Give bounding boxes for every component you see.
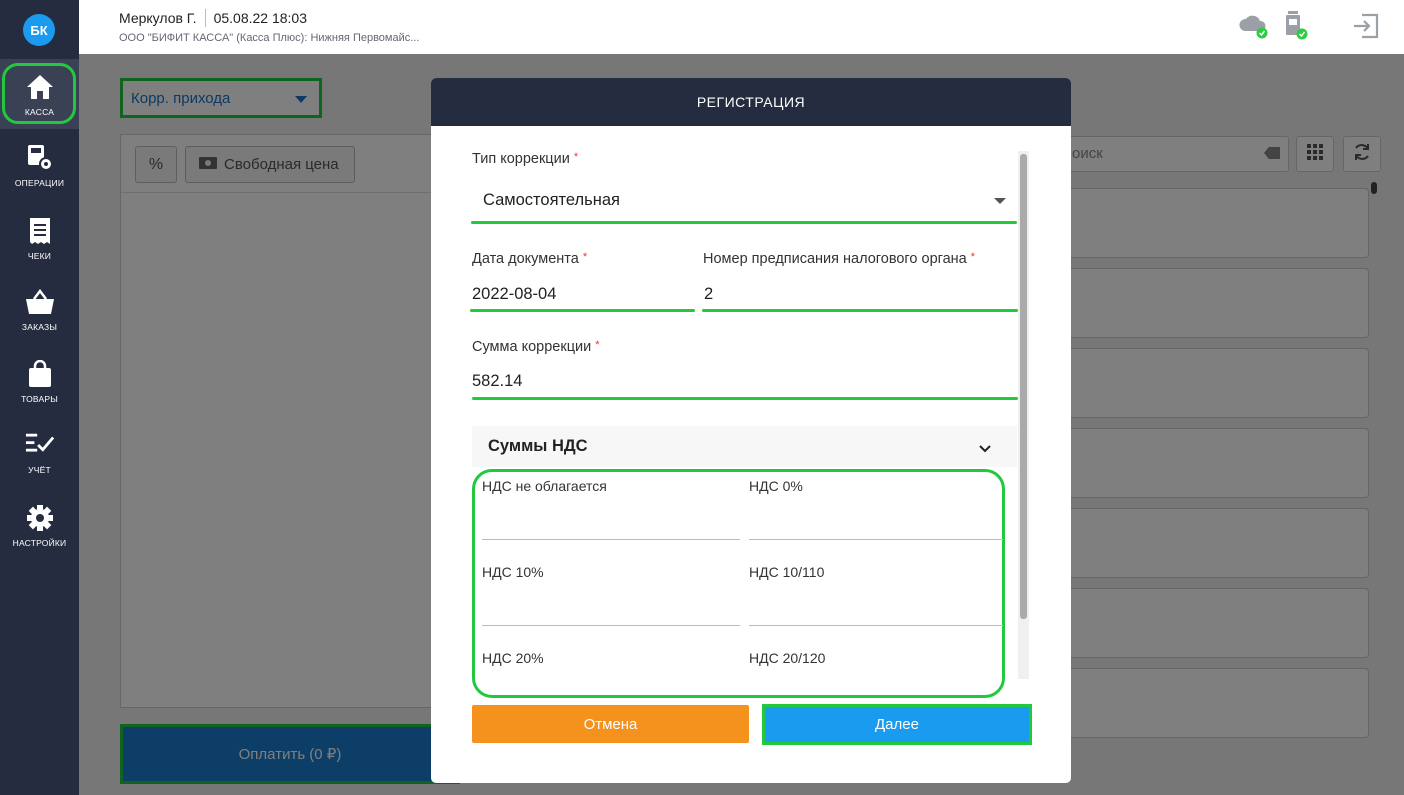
- required-mark: *: [595, 339, 600, 351]
- fiscal-device-icon[interactable]: [1281, 10, 1313, 42]
- sidebar-item-operations[interactable]: ОПЕРАЦИИ: [0, 130, 79, 200]
- gear-icon: [25, 503, 55, 533]
- correction-type-select[interactable]: Самостоятельная: [483, 191, 620, 210]
- receipt-icon: [25, 216, 55, 246]
- vat-fields-highlight: [472, 469, 1005, 698]
- operations-icon: [25, 143, 55, 173]
- chevron-down-icon[interactable]: [979, 440, 991, 458]
- chevron-down-icon[interactable]: [994, 198, 1006, 204]
- vat-10-input[interactable]: [482, 625, 740, 626]
- user-name: Меркулов Г.: [119, 10, 197, 26]
- correction-type-label-text: Тип коррекции: [472, 151, 570, 167]
- sidebar-item-accounting[interactable]: УЧЁТ: [0, 417, 79, 487]
- vat-section-header[interactable]: Суммы НДС: [472, 426, 1017, 467]
- cancel-button[interactable]: Отмена: [472, 705, 749, 743]
- scrollbar-thumb[interactable]: [1020, 154, 1027, 619]
- vat-20-120-label: НДС 20/120: [749, 650, 826, 666]
- modal-scrollbar[interactable]: [1018, 151, 1029, 679]
- checklist-icon: [25, 430, 55, 460]
- sidebar-item-label: ЗАКАЗЫ: [21, 321, 58, 332]
- next-button[interactable]: Далее: [762, 704, 1032, 745]
- vat-exempt-input[interactable]: [482, 539, 740, 540]
- sidebar-item-settings[interactable]: НАСТРОЙКИ: [0, 490, 79, 560]
- user-line: Меркулов Г. 05.08.22 18:03: [119, 9, 307, 27]
- basket-icon: [25, 287, 55, 317]
- doc-date-label-text: Дата документа: [472, 251, 579, 267]
- order-number-underline: [702, 309, 1018, 312]
- bag-icon: [25, 359, 55, 389]
- avatar[interactable]: БК: [23, 14, 55, 46]
- sidebar-item-label: ЧЕКИ: [27, 250, 52, 261]
- sidebar: БК КАССА ОПЕРАЦИИ ЧЕКИ ЗАКАЗЫ ТОВАРЫ УЧЁ…: [0, 0, 79, 795]
- vat-section-title: Суммы НДС: [488, 437, 588, 455]
- vat-20-label: НДС 20%: [482, 650, 544, 666]
- modal-title: РЕГИСТРАЦИЯ: [431, 78, 1071, 126]
- sidebar-item-label: ТОВАРЫ: [21, 393, 58, 404]
- vat-10-label: НДС 10%: [482, 564, 544, 580]
- sidebar-item-orders[interactable]: ЗАКАЗЫ: [0, 274, 79, 344]
- order-number-label: Номер предписания налогового органа *: [703, 251, 975, 267]
- doc-date-input[interactable]: 2022-08-04: [472, 285, 556, 304]
- vat-0-input[interactable]: [749, 539, 1003, 540]
- correction-sum-input[interactable]: 582.14: [472, 372, 522, 391]
- doc-date-underline: [470, 309, 695, 312]
- vat-10-110-input[interactable]: [749, 625, 1003, 626]
- header: Меркулов Г. 05.08.22 18:03 ООО "БИФИТ КА…: [79, 0, 1404, 54]
- required-mark: *: [573, 151, 579, 163]
- order-number-input[interactable]: 2: [704, 285, 713, 304]
- registration-modal: РЕГИСТРАЦИЯ Тип коррекции * Самостоятельн…: [431, 78, 1071, 783]
- organization-name: ООО "БИФИТ КАССА" (Касса Плюс): Нижняя П…: [119, 32, 420, 44]
- sidebar-item-label: УЧЁТ: [28, 464, 51, 475]
- vat-exempt-label: НДС не облагается: [482, 478, 607, 494]
- correction-type-label: Тип коррекции *: [472, 151, 578, 167]
- cloud-sync-icon[interactable]: [1237, 10, 1269, 42]
- sidebar-item-label: ОПЕРАЦИИ: [14, 177, 65, 188]
- sidebar-item-goods[interactable]: ТОВАРЫ: [0, 346, 79, 416]
- correction-sum-label-text: Сумма коррекции: [472, 339, 592, 355]
- required-mark: *: [582, 251, 588, 263]
- logout-icon[interactable]: [1350, 10, 1382, 42]
- doc-date-label: Дата документа *: [472, 251, 587, 267]
- order-number-label-text: Номер предписания налогового органа: [703, 251, 967, 267]
- active-highlight: [2, 63, 76, 124]
- sidebar-item-receipts[interactable]: ЧЕКИ: [0, 203, 79, 273]
- session-datetime: 05.08.22 18:03: [213, 10, 307, 26]
- required-mark: *: [970, 251, 976, 263]
- correction-type-underline: [471, 221, 1017, 224]
- vat-0-label: НДС 0%: [749, 478, 803, 494]
- vat-10-110-label: НДС 10/110: [749, 564, 825, 580]
- sidebar-item-label: НАСТРОЙКИ: [12, 537, 67, 548]
- divider: [204, 9, 206, 27]
- correction-sum-label: Сумма коррекции *: [472, 339, 599, 355]
- correction-sum-underline: [472, 397, 1018, 400]
